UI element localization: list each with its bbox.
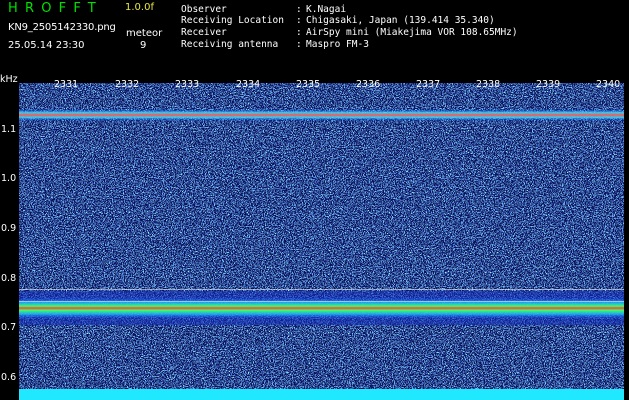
y-tick-label: 0.8 — [1, 273, 17, 284]
capture-datetime: 25.05.14 23:30 — [8, 40, 85, 51]
x-tick-label: 2335 — [296, 79, 321, 90]
receiver-label: Receiver — [181, 27, 227, 38]
receiver-colon: : — [296, 27, 302, 38]
meteor-label: meteor — [126, 28, 163, 39]
location-value: Chigasaki, Japan (139.414 35.340) — [306, 15, 495, 26]
x-tick-label: 2336 — [356, 79, 381, 90]
y-tick-label: 0.7 — [1, 322, 17, 333]
app-brand: HROFFT — [8, 1, 103, 16]
y-tick-label: 0.9 — [1, 223, 17, 234]
file-name: KN9_2505142330.png — [8, 22, 116, 33]
y-tick-label: 1.1 — [1, 124, 17, 135]
spectrogram-plot — [19, 83, 624, 400]
antenna-label: Receiving antenna — [181, 39, 279, 50]
y-tick-label: 1.0 — [1, 173, 17, 184]
spectrogram-canvas — [19, 83, 624, 400]
x-tick-label: 2337 — [416, 79, 441, 90]
x-tick-label: 2339 — [536, 79, 561, 90]
guide-line-upper — [19, 289, 624, 290]
app-version: 1.0.0f — [125, 2, 154, 13]
guide-line-lower — [19, 301, 624, 302]
x-tick-label: 2340 — [596, 79, 621, 90]
observer-value: K.Nagai — [306, 4, 347, 15]
x-tick-label: 2332 — [115, 79, 140, 90]
location-label: Receiving Location — [181, 15, 284, 26]
observer-label: Observer — [181, 4, 227, 15]
x-tick-label: 2333 — [175, 79, 200, 90]
x-tick-label: 2331 — [54, 79, 79, 90]
antenna-value: Maspro FM-3 — [306, 39, 369, 50]
y-tick-label: 0.6 — [1, 372, 17, 383]
receiver-value: AirSpy mini (Miakejima VOR 108.65MHz) — [306, 27, 518, 38]
x-tick-label: 2334 — [236, 79, 261, 90]
y-axis-unit: kHz — [0, 74, 18, 85]
location-colon: : — [296, 15, 302, 26]
antenna-colon: : — [296, 39, 302, 50]
x-tick-label: 2338 — [476, 79, 501, 90]
observer-colon: : — [296, 4, 302, 15]
meteor-count: 9 — [140, 40, 147, 51]
